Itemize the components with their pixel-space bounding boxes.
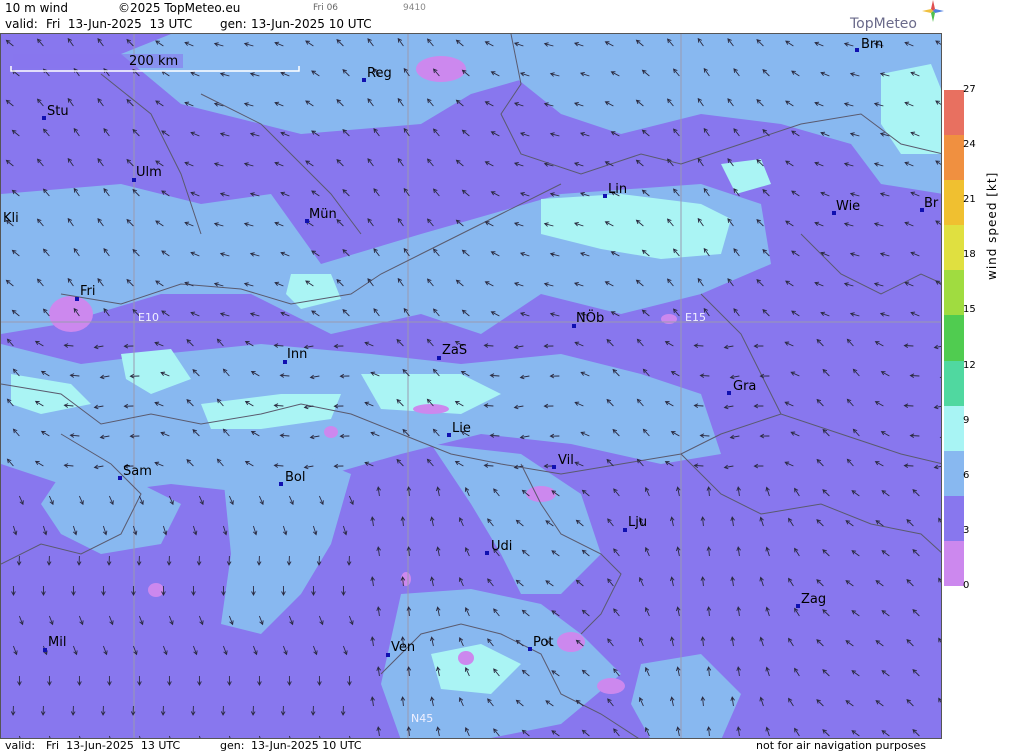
- legend-color-step: [944, 315, 964, 362]
- city-zag: Zag: [801, 592, 826, 607]
- legend-tick-label: 12: [963, 359, 976, 371]
- city-sam: Sam: [123, 464, 152, 479]
- brand-name: TopMeteo: [850, 16, 917, 32]
- legend-title: wind speed [kt]: [985, 171, 999, 280]
- legend-color-step: [944, 270, 964, 316]
- footer-gen-value: 13-Jun-2025 10 UTC: [251, 739, 362, 752]
- city-lju: Lju: [628, 515, 647, 530]
- grid-label-e15: E15: [685, 311, 706, 324]
- legend-color-step: [944, 360, 964, 407]
- legend-color-step: [944, 540, 964, 587]
- footer-gen-label: gen:: [220, 739, 245, 752]
- legend-color-step: [944, 180, 964, 226]
- city-fri: Fri: [80, 284, 96, 299]
- city-mun: Mün: [309, 207, 337, 222]
- small-code: 9410: [403, 3, 426, 13]
- city-gra: Gra: [733, 379, 756, 394]
- footer-disclaimer: not for air navigation purposes: [756, 739, 926, 752]
- city-wie: Wie: [836, 199, 860, 214]
- city-ven: Ven: [391, 640, 415, 655]
- city-brn: Brn: [861, 37, 883, 52]
- scale-label: 200 km: [129, 54, 178, 69]
- legend-tick-label: 24: [963, 139, 976, 151]
- grid-label-n45: N45: [411, 712, 433, 725]
- legend-color-step: [944, 405, 964, 452]
- city-zas: ZaS: [442, 343, 467, 358]
- copyright: ©2025 TopMeteo.eu: [118, 1, 241, 15]
- city-kli: Kli: [3, 211, 19, 226]
- legend-tick-label: 9: [963, 414, 970, 426]
- city-lie: Lie: [452, 421, 471, 436]
- legend-tick-label: 0: [963, 580, 970, 591]
- city-mil: Mil: [48, 635, 66, 650]
- city-udi: Udi: [491, 539, 512, 554]
- valid-label: valid:: [5, 17, 38, 31]
- city-nob: NÖb: [576, 309, 604, 326]
- legend-tick-label: 15: [963, 304, 976, 316]
- footer-valid-label: valid:: [5, 739, 36, 752]
- city-lin: Lin: [608, 182, 627, 197]
- city-stu: Stu: [47, 104, 69, 119]
- legend-color-step: [944, 495, 964, 542]
- gen-value: 13-Jun-2025 10 UTC: [251, 17, 372, 31]
- city-br: Br: [924, 196, 939, 211]
- gen-label: gen:: [220, 17, 247, 31]
- legend-color-step: [944, 450, 964, 497]
- city-pot: Pot: [533, 635, 553, 650]
- city-vil: Vil: [558, 453, 574, 468]
- city-ulm: Ulm: [136, 165, 162, 180]
- legend-color-step: [944, 135, 964, 181]
- topmeteo-logo[interactable]: TopMeteo: [850, 0, 944, 32]
- legend-tick-label: 6: [963, 469, 970, 481]
- legend-color-step: [944, 225, 964, 271]
- wind-map[interactable]: 200 km E10 E15 N45 Brn Reg Stu Ulm Kli M…: [0, 33, 942, 739]
- legend-color-step: [944, 90, 964, 136]
- legend-tick-label: 21: [963, 194, 976, 206]
- city-reg: Reg: [367, 66, 392, 81]
- legend-tick-label: 3: [963, 524, 970, 536]
- legend-tick-label: 18: [963, 249, 976, 261]
- valid-value: Fri 13-Jun-2025 13 UTC: [46, 17, 193, 31]
- wind-speed-fill: [1, 34, 941, 738]
- product-name: 10 m wind: [5, 1, 68, 15]
- city-inn: Inn: [287, 347, 307, 362]
- small-day: Fri 06: [313, 3, 339, 13]
- footer-valid-value: Fri 13-Jun-2025 13 UTC: [46, 739, 181, 752]
- legend-tick-label: 27: [963, 84, 976, 95]
- wind-map-canvas: 200 km E10 E15 N45 Brn Reg Stu Ulm Kli M…: [1, 34, 941, 738]
- grid-label-e10: E10: [138, 311, 159, 324]
- wind-speed-legend: [944, 90, 964, 587]
- compass-icon: [922, 0, 944, 22]
- city-bol: Bol: [285, 470, 305, 485]
